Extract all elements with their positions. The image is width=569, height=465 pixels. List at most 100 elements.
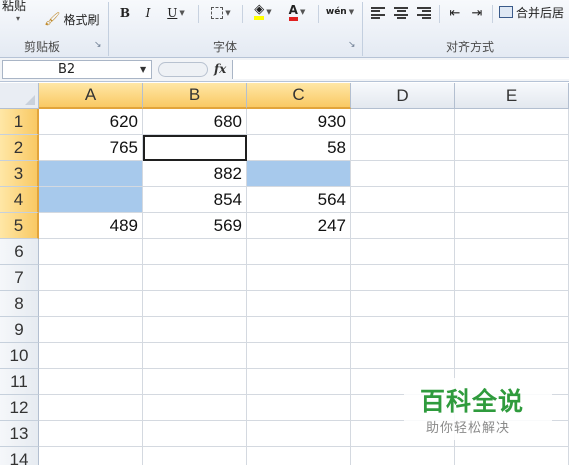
cell-b6[interactable] [143,239,247,265]
cell-c10[interactable] [247,343,351,369]
paste-button[interactable]: 粘贴 [2,0,26,14]
cell-b3[interactable]: 882 [143,161,247,187]
cell-b8[interactable] [143,291,247,317]
cell-b14[interactable] [143,447,247,465]
formula-input[interactable] [232,60,569,79]
bold-button[interactable]: B [116,3,134,23]
row-header-7[interactable]: 7 [0,265,39,291]
cell-c2[interactable]: 58 [247,135,351,161]
cell-d2[interactable] [351,135,455,161]
cell-c3[interactable] [247,161,351,187]
cell-c9[interactable] [247,317,351,343]
cell-a1[interactable]: 620 [39,109,143,135]
cell-c6[interactable] [247,239,351,265]
cell-b11[interactable] [143,369,247,395]
cell-a5[interactable]: 489 [39,213,143,239]
row-header-3[interactable]: 3 [0,161,39,187]
cell-c1[interactable]: 930 [247,109,351,135]
cell-b9[interactable] [143,317,247,343]
decrease-indent-button[interactable]: ⇤ [446,3,464,23]
cell-c5[interactable]: 247 [247,213,351,239]
column-header-a[interactable]: A [39,83,143,109]
cell-b12[interactable] [143,395,247,421]
cell-a3[interactable] [39,161,143,187]
italic-button[interactable]: I [139,3,157,23]
cell-d5[interactable] [351,213,455,239]
cell-d7[interactable] [351,265,455,291]
cell-a9[interactable] [39,317,143,343]
row-header-6[interactable]: 6 [0,239,39,265]
cell-a4[interactable] [39,187,143,213]
cell-c12[interactable] [247,395,351,421]
align-center-button[interactable] [392,3,410,23]
row-header-13[interactable]: 13 [0,421,39,447]
select-all-button[interactable] [0,83,39,109]
cell-b5[interactable]: 569 [143,213,247,239]
cell-c11[interactable] [247,369,351,395]
row-header-10[interactable]: 10 [0,343,39,369]
row-header-4[interactable]: 4 [0,187,39,213]
formula-bar-resize-handle[interactable] [158,62,208,77]
cell-a7[interactable] [39,265,143,291]
cell-e2[interactable] [455,135,569,161]
row-header-11[interactable]: 11 [0,369,39,395]
row-header-9[interactable]: 9 [0,317,39,343]
name-box[interactable]: B2 [2,60,152,79]
merge-center-button[interactable]: 合并后居 [499,2,569,22]
row-header-14[interactable]: 14 [0,447,39,465]
paste-dropdown-arrow-icon[interactable]: ▾ [16,14,20,23]
cell-a11[interactable] [39,369,143,395]
phonetic-button[interactable]: wén ▼ [324,2,356,22]
cell-e4[interactable] [455,187,569,213]
cell-d14[interactable] [351,447,455,465]
row-header-12[interactable]: 12 [0,395,39,421]
column-header-e[interactable]: E [455,83,569,109]
cell-a14[interactable] [39,447,143,465]
cell-a10[interactable] [39,343,143,369]
align-right-button[interactable] [415,3,433,23]
cell-e8[interactable] [455,291,569,317]
border-button[interactable]: ▼ [206,3,236,23]
chevron-down-icon[interactable]: ▼ [140,65,146,74]
cell-d8[interactable] [351,291,455,317]
cell-e14[interactable] [455,447,569,465]
cell-a12[interactable] [39,395,143,421]
cell-b10[interactable] [143,343,247,369]
clipboard-launcher-icon[interactable]: ↘ [94,40,102,50]
cell-c4[interactable]: 564 [247,187,351,213]
font-launcher-icon[interactable]: ↘ [348,40,356,50]
align-left-button[interactable] [369,3,387,23]
format-painter-button[interactable]: 🖌 格式刷 [44,9,100,29]
cell-d3[interactable] [351,161,455,187]
cell-a13[interactable] [39,421,143,447]
cell-e7[interactable] [455,265,569,291]
cell-a2[interactable]: 765 [39,135,143,161]
column-header-c[interactable]: C [247,83,351,109]
cell-b7[interactable] [143,265,247,291]
cell-b1[interactable]: 680 [143,109,247,135]
cell-c13[interactable] [247,421,351,447]
cell-c14[interactable] [247,447,351,465]
cell-d6[interactable] [351,239,455,265]
cell-d1[interactable] [351,109,455,135]
cell-e3[interactable] [455,161,569,187]
cell-c8[interactable] [247,291,351,317]
cell-d9[interactable] [351,317,455,343]
cell-d4[interactable] [351,187,455,213]
cell-a6[interactable] [39,239,143,265]
cell-b13[interactable] [143,421,247,447]
font-color-button[interactable]: A ▼ [282,2,312,22]
cell-e1[interactable] [455,109,569,135]
column-header-b[interactable]: B [143,83,247,109]
cell-b2[interactable] [143,135,247,161]
row-header-5[interactable]: 5 [0,213,39,239]
cell-b4[interactable]: 854 [143,187,247,213]
row-header-1[interactable]: 1 [0,109,39,135]
fill-color-button[interactable]: ◈ ▼ [248,2,278,22]
cell-e6[interactable] [455,239,569,265]
cell-e5[interactable] [455,213,569,239]
increase-indent-button[interactable]: ⇥ [468,3,486,23]
underline-button[interactable]: U ▼ [161,3,191,23]
row-header-8[interactable]: 8 [0,291,39,317]
cell-c7[interactable] [247,265,351,291]
